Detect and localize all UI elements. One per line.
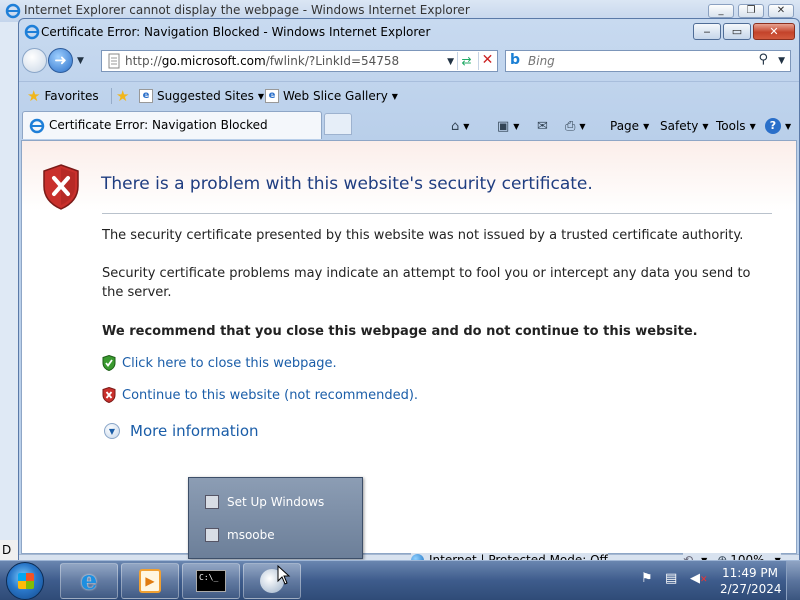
chevron-down-icon: ▼ xyxy=(749,121,756,131)
more-information-row[interactable]: ▼ More information xyxy=(104,422,259,440)
clock-time: 11:49 PM xyxy=(722,566,778,580)
shield-check-icon xyxy=(102,355,116,371)
description-text: The security certificate presented by th… xyxy=(102,228,744,243)
window-titlebar[interactable]: Certificate Error: Navigation Blocked - … xyxy=(19,19,799,45)
address-url: http://go.microsoft.com/fwlink/?LinkId=5… xyxy=(125,54,400,68)
taskbar-media-player[interactable]: ▶ xyxy=(121,563,179,599)
bing-icon: b xyxy=(510,52,521,68)
refresh-icon[interactable]: ⇄ xyxy=(457,52,475,70)
mouse-cursor-icon xyxy=(277,565,291,585)
new-tab-button[interactable] xyxy=(324,113,352,135)
window-title: Certificate Error: Navigation Blocked - … xyxy=(41,25,431,39)
ie-page-icon: e xyxy=(139,89,153,103)
taskbar-command-prompt[interactable]: C:\_ xyxy=(182,563,240,599)
divider xyxy=(102,213,772,214)
forward-button[interactable]: ➜ xyxy=(48,48,73,73)
chevron-down-icon: ▼ xyxy=(702,121,709,131)
search-dropdown-icon[interactable]: ▼ xyxy=(778,56,785,66)
chevron-down-icon: ▼ xyxy=(257,91,265,101)
taskbar-setup[interactable] xyxy=(243,563,301,599)
ie-icon: e xyxy=(80,566,98,596)
tools-menu[interactable]: Tools ▼ xyxy=(716,117,756,135)
tab-bar: Certificate Error: Navigation Blocked ⌂ ▼… xyxy=(19,109,799,139)
close-webpage-row[interactable]: Click here to close this webpage. xyxy=(102,354,337,372)
shield-error-icon xyxy=(43,164,79,210)
address-bar[interactable]: http://go.microsoft.com/fwlink/?LinkId=5… xyxy=(101,50,498,72)
background-window-title: Internet Explorer cannot display the web… xyxy=(24,3,470,17)
popup-item-set-up-windows[interactable]: Set Up Windows xyxy=(205,492,324,512)
tab-certificate-error[interactable]: Certificate Error: Navigation Blocked xyxy=(22,111,322,139)
bg-restore-button[interactable]: ❐ xyxy=(738,4,764,18)
continue-website-link[interactable]: Continue to this website (not recommende… xyxy=(122,388,418,403)
suggested-sites-button[interactable]: e Suggested Sites ▼ xyxy=(139,87,264,105)
certificate-error-icon xyxy=(29,118,45,134)
command-prompt-icon: C:\_ xyxy=(196,570,226,592)
favorites-bar: ★ Favorites ★ e Suggested Sites ▼ e Web Slic… xyxy=(19,81,799,109)
search-box[interactable]: b ⚲ ▼ xyxy=(505,50,791,72)
volume-muted-icon[interactable]: ◀✕ xyxy=(690,571,708,586)
history-dropdown-icon[interactable]: ▼ xyxy=(77,56,84,66)
home-button[interactable]: ⌂ ▼ xyxy=(451,117,469,135)
back-button[interactable] xyxy=(22,48,47,73)
start-button[interactable] xyxy=(6,562,44,600)
favorites-star-icon: ★ xyxy=(27,87,41,105)
navigation-bar: ➜ ▼ http://go.microsoft.com/fwlink/?Link… xyxy=(19,47,799,77)
add-favorites-icon[interactable]: ★ xyxy=(116,87,133,105)
system-clock[interactable]: 11:49 PM 2/27/2024 xyxy=(720,565,782,597)
chevron-down-icon: ▼ xyxy=(643,121,650,131)
taskbar-internet-explorer[interactable]: e xyxy=(60,563,118,599)
setup-icon xyxy=(205,495,219,509)
show-desktop-button[interactable] xyxy=(786,561,800,600)
taskbar: e ▶ C:\_ ⚑ ▤ ◀✕ 11:49 PM 2/27/2024 xyxy=(0,560,800,600)
chevron-down-icon: ▼ xyxy=(391,91,398,101)
web-slice-gallery-button[interactable]: e Web Slice Gallery ▼ xyxy=(265,87,398,105)
tab-label: Certificate Error: Navigation Blocked xyxy=(49,118,268,132)
feeds-button[interactable]: ▣ ▼ xyxy=(497,117,519,135)
stop-icon[interactable]: ✕ xyxy=(478,52,496,70)
bg-close-button[interactable]: ✕ xyxy=(768,4,794,18)
printer-icon: ⎙ xyxy=(565,118,576,134)
popup-item-msoobe[interactable]: msoobe xyxy=(205,525,275,545)
expand-chevron-icon: ▼ xyxy=(104,423,120,439)
ie-window: Certificate Error: Navigation Blocked - … xyxy=(18,18,800,564)
safety-menu[interactable]: Safety ▼ xyxy=(660,117,709,135)
rss-icon: ▣ xyxy=(497,118,510,134)
bg-minimize-button[interactable]: _ xyxy=(708,4,734,18)
flag-icon[interactable]: ⚑ xyxy=(641,571,653,586)
clock-date: 2/27/2024 xyxy=(720,582,782,596)
help-icon: ? xyxy=(765,118,781,134)
continue-website-row[interactable]: Continue to this website (not recommende… xyxy=(102,386,418,404)
maximize-button[interactable]: ▭ xyxy=(723,23,751,40)
warning-text: Security certificate problems may indica… xyxy=(102,266,751,300)
page-menu[interactable]: Page ▼ xyxy=(610,117,649,135)
favorites-button[interactable]: ★ Favorites xyxy=(27,87,99,105)
page-content: There is a problem with this website's s… xyxy=(21,140,797,554)
network-icon[interactable]: ▤ xyxy=(665,571,677,586)
search-icon[interactable]: ⚲ xyxy=(758,52,768,67)
print-button[interactable]: ⎙ ▼ xyxy=(565,117,586,135)
shield-error-small-icon xyxy=(102,387,116,403)
minimize-button[interactable]: ‒ xyxy=(693,23,721,40)
mail-icon: ✉ xyxy=(537,118,548,134)
background-text-fragment: D xyxy=(0,540,18,560)
close-button[interactable]: ✕ xyxy=(753,23,795,40)
page-icon xyxy=(108,53,120,69)
read-mail-button[interactable]: ✉ xyxy=(537,117,548,135)
ie-page-icon: e xyxy=(265,89,279,103)
home-icon: ⌂ xyxy=(451,118,460,134)
taskbar-popup-menu: Set Up Windows msoobe xyxy=(188,477,363,559)
page-title: There is a problem with this website's s… xyxy=(101,174,593,194)
recommendation-text: We recommend that you close this webpage… xyxy=(102,324,698,339)
address-dropdown-icon[interactable]: ▼ xyxy=(447,57,454,67)
media-player-icon: ▶ xyxy=(139,569,161,593)
ie-icon xyxy=(5,3,21,19)
search-input[interactable] xyxy=(528,53,748,69)
window-icon xyxy=(205,528,219,542)
close-webpage-link[interactable]: Click here to close this webpage. xyxy=(122,356,337,371)
help-button[interactable]: ? ▼ xyxy=(765,117,791,135)
more-information-link[interactable]: More information xyxy=(130,422,259,440)
certificate-error-icon xyxy=(24,24,40,40)
